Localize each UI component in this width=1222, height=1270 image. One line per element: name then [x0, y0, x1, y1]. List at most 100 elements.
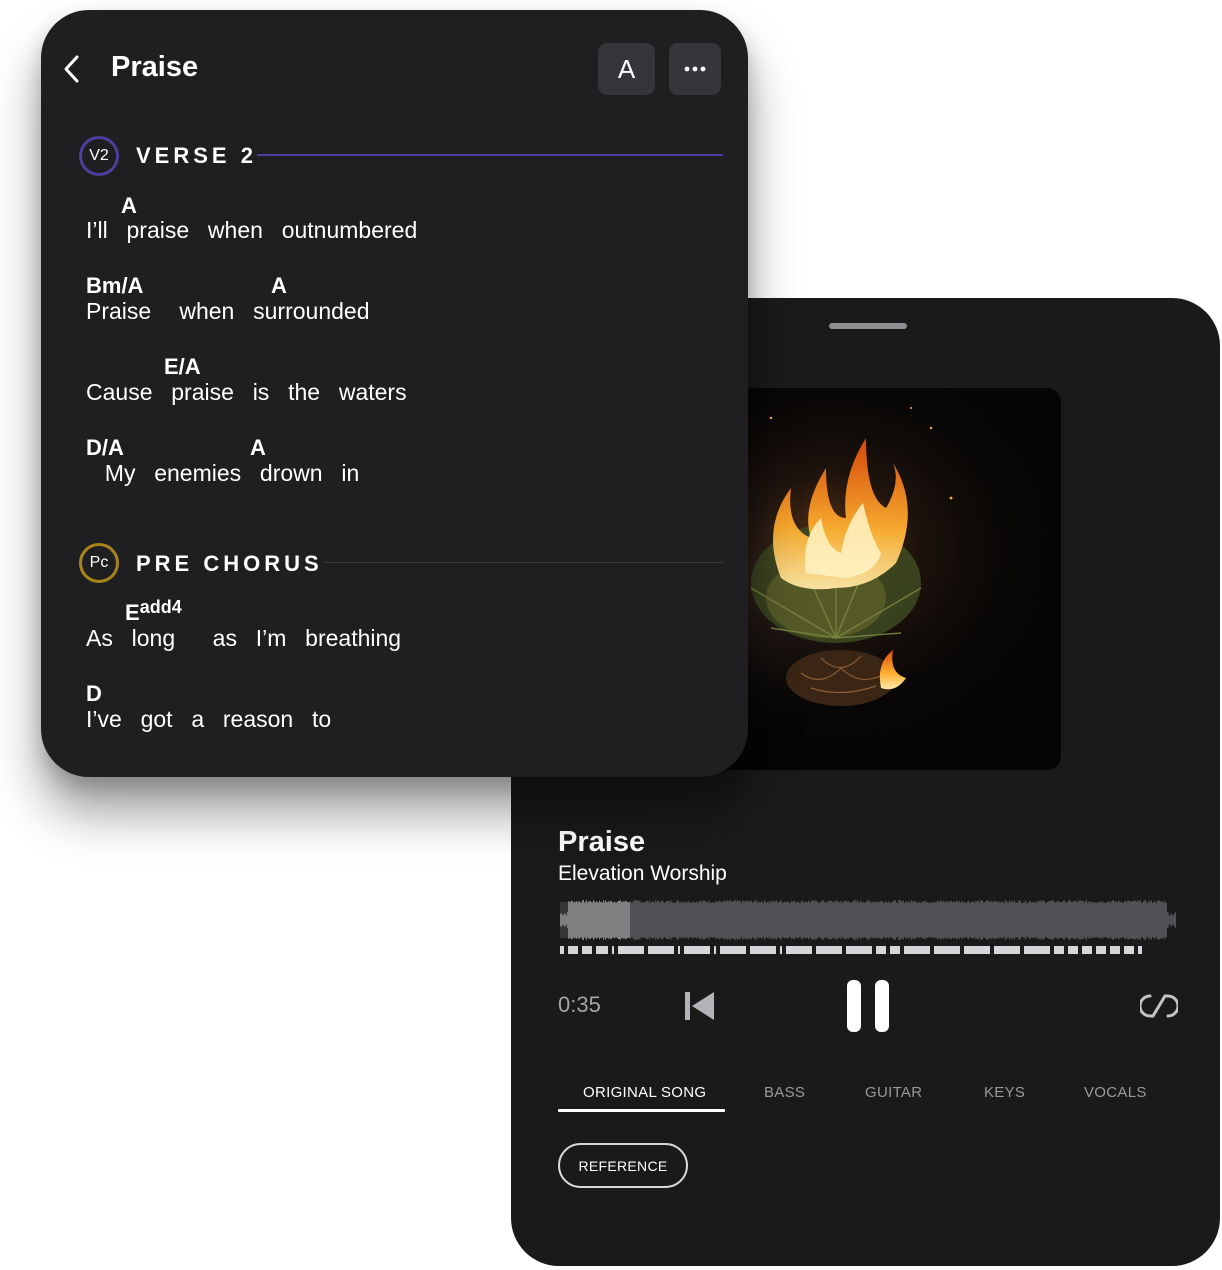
- reference-button[interactable]: REFERENCE: [558, 1143, 688, 1188]
- loop-icon[interactable]: [1138, 993, 1180, 1019]
- waveform-bar: [827, 902, 828, 938]
- waveform-bar: [887, 902, 888, 938]
- waveform-bar: [1009, 900, 1010, 940]
- more-options-icon[interactable]: [669, 43, 721, 95]
- waveform-bar: [788, 902, 789, 938]
- waveform-bar: [1039, 900, 1040, 940]
- chord[interactable]: E/A: [164, 354, 201, 380]
- waveform-bar: [813, 900, 814, 940]
- tab-original-song[interactable]: ORIGINAL SONG: [583, 1084, 706, 1101]
- section-marker: [890, 946, 900, 954]
- chord[interactable]: A: [271, 273, 287, 299]
- waveform-bar: [1137, 900, 1138, 940]
- waveform-bar: [880, 901, 881, 939]
- waveform-bar: [883, 902, 884, 938]
- waveform-bar: [653, 901, 654, 939]
- waveform-bar: [1103, 902, 1104, 938]
- section-marker: [750, 946, 776, 954]
- waveform-bar: [668, 901, 669, 939]
- drag-handle[interactable]: [829, 323, 907, 329]
- waveform-bar: [761, 901, 762, 939]
- waveform-bar: [1132, 901, 1133, 939]
- waveform-bar: [897, 902, 898, 938]
- waveform-bar: [967, 901, 968, 939]
- waveform-bar: [1074, 901, 1075, 939]
- chord[interactable]: Eadd4: [125, 597, 182, 626]
- waveform-bar: [850, 902, 851, 938]
- waveform-bar: [992, 902, 993, 938]
- waveform-bar: [755, 900, 756, 940]
- chord[interactable]: D/A: [86, 435, 124, 461]
- waveform-bar: [728, 901, 729, 939]
- waveform-bar: [704, 900, 705, 940]
- chord[interactable]: D: [86, 681, 102, 707]
- waveform-scrubber[interactable]: [558, 896, 1180, 960]
- waveform-bar: [658, 901, 659, 939]
- section-marker: [618, 946, 644, 954]
- waveform-bar: [800, 902, 801, 938]
- chord[interactable]: Bm/A: [86, 273, 143, 299]
- section-marker: [1054, 946, 1064, 954]
- waveform-bar: [775, 901, 776, 939]
- waveform-bar: [1019, 900, 1020, 940]
- waveform-bar: [1000, 901, 1001, 939]
- back-chevron-icon[interactable]: [61, 54, 83, 84]
- waveform-bar: [733, 900, 734, 940]
- waveform-bar: [1118, 900, 1119, 940]
- tab-keys[interactable]: KEYS: [984, 1084, 1025, 1101]
- waveform-bar: [725, 901, 726, 939]
- chord[interactable]: A: [121, 193, 137, 219]
- waveform-bar: [952, 902, 953, 938]
- section-marker: [780, 946, 782, 954]
- song-title: Praise: [111, 51, 199, 83]
- waveform-bar: [971, 901, 972, 939]
- waveform-bar: [931, 902, 932, 938]
- waveform-bar: [744, 901, 745, 939]
- waveform-bar: [966, 902, 967, 938]
- waveform-bar: [1154, 900, 1155, 940]
- skip-back-icon[interactable]: [683, 990, 717, 1022]
- waveform-bar: [910, 902, 911, 938]
- waveform-bar: [963, 902, 964, 938]
- waveform-bar: [847, 901, 848, 939]
- waveform-bar: [1138, 900, 1139, 940]
- section-marker: [1096, 946, 1106, 954]
- waveform-bar: [925, 900, 926, 940]
- waveform-bar: [881, 901, 882, 939]
- tab-bass[interactable]: BASS: [764, 1084, 805, 1101]
- waveform-bar: [1134, 900, 1135, 940]
- waveform-bar: [839, 901, 840, 939]
- waveform-bar: [709, 900, 710, 940]
- waveform-bar: [1108, 902, 1109, 938]
- waveform-bar: [972, 901, 973, 939]
- section-marker: [684, 946, 710, 954]
- waveform-bar: [973, 901, 974, 939]
- waveform-bar: [683, 901, 684, 939]
- section-marker: [816, 946, 842, 954]
- pause-icon[interactable]: [845, 978, 891, 1034]
- waveform-bar: [771, 900, 772, 940]
- waveform-bar: [846, 901, 847, 939]
- waveform-bar: [697, 901, 698, 939]
- waveform-bar: [828, 900, 829, 940]
- waveform-bar: [677, 900, 678, 940]
- waveform-bar: [1024, 902, 1025, 938]
- section-marker: [904, 946, 930, 954]
- waveform-bar: [822, 901, 823, 939]
- waveform-bar: [727, 900, 728, 940]
- waveform-bar: [1046, 902, 1047, 938]
- section-marker: [582, 946, 592, 954]
- played-region: [560, 902, 630, 938]
- waveform-bar: [950, 901, 951, 939]
- waveform-bar: [1044, 900, 1045, 940]
- tab-vocals[interactable]: VOCALS: [1084, 1084, 1147, 1101]
- chord[interactable]: A: [250, 435, 266, 461]
- waveform-bar: [1020, 901, 1021, 939]
- tab-guitar[interactable]: GUITAR: [865, 1084, 922, 1101]
- waveform-bar: [859, 902, 860, 938]
- key-button[interactable]: A: [598, 43, 655, 95]
- waveform-bar: [805, 902, 806, 938]
- waveform-bar: [841, 901, 842, 939]
- waveform-bar: [854, 900, 855, 940]
- waveform-bar: [1165, 902, 1166, 938]
